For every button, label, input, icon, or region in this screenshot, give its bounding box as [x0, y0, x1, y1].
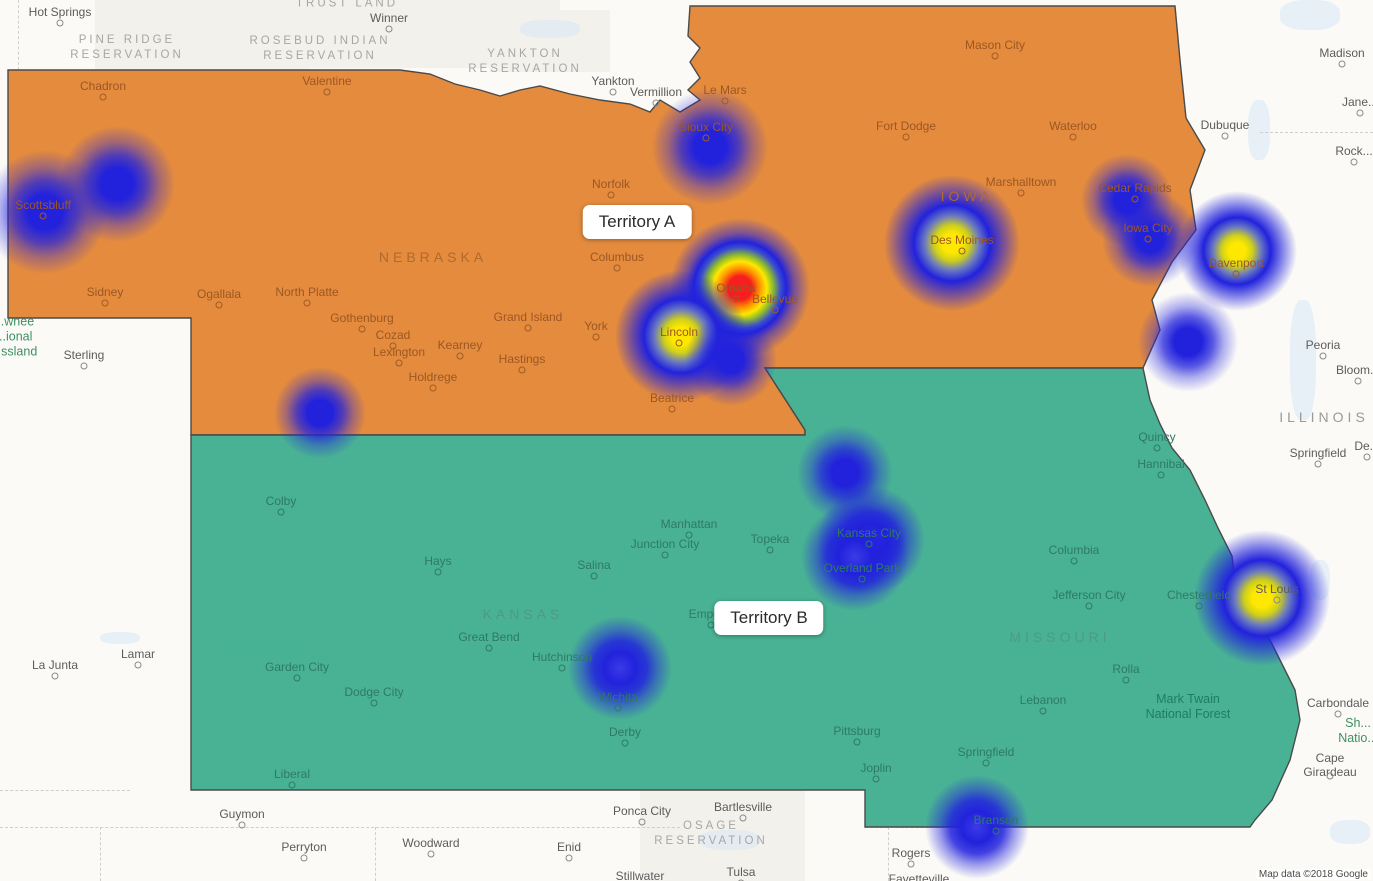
map-base-layer: [0, 0, 1373, 881]
map-canvas[interactable]: Hot Springs Winner Mason City Madison Chadro…: [0, 0, 1373, 881]
map-attribution[interactable]: Map data ©2018 Google: [1255, 869, 1371, 880]
territory-label-a[interactable]: Territory A: [582, 205, 692, 239]
territory-label-b[interactable]: Territory B: [714, 601, 824, 635]
